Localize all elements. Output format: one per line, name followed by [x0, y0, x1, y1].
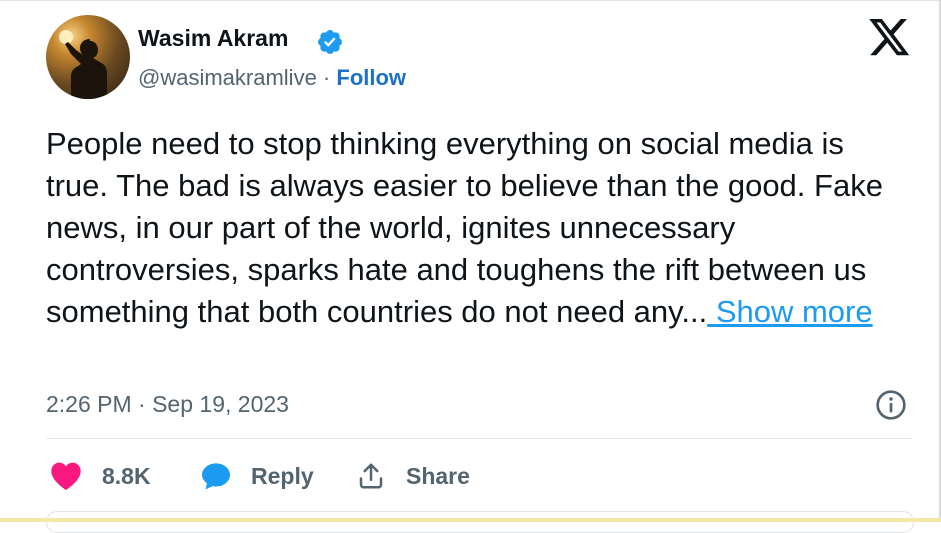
reply-label: Reply	[251, 462, 314, 489]
x-logo-icon[interactable]	[869, 19, 911, 57]
like-count: 8.8K	[102, 462, 151, 489]
heart-icon	[51, 462, 81, 491]
show-more-link[interactable]: Show more	[707, 294, 873, 329]
follow-button[interactable]: Follow	[336, 65, 406, 90]
separator-dot: ·	[316, 65, 337, 90]
divider	[46, 438, 912, 439]
share-upload-icon	[359, 463, 383, 489]
bottom-strip	[0, 518, 941, 522]
next-card-edge	[46, 511, 914, 533]
tweet-timestamp[interactable]: 2:26 PM · Sep 19, 2023	[46, 391, 289, 418]
tweet-text: People need to stop thinking everything …	[46, 123, 906, 333]
verified-badge-icon	[318, 30, 342, 54]
like-button[interactable]: 8.8K	[50, 457, 151, 495]
share-button[interactable]: Share	[356, 457, 470, 495]
author-name[interactable]: Wasim Akram	[138, 25, 288, 52]
tweet-card: Wasim Akram @wasimakramlive · Follow Peo…	[0, 0, 941, 523]
share-label: Share	[406, 462, 470, 489]
avatar-silhouette	[59, 30, 107, 99]
reply-button[interactable]: Reply	[200, 457, 314, 495]
author-handle[interactable]: @wasimakramlive	[138, 65, 317, 90]
avatar[interactable]	[46, 15, 130, 99]
info-icon[interactable]	[875, 389, 907, 421]
handle-row: @wasimakramlive · Follow	[138, 65, 406, 91]
speech-bubble-icon	[202, 463, 230, 490]
